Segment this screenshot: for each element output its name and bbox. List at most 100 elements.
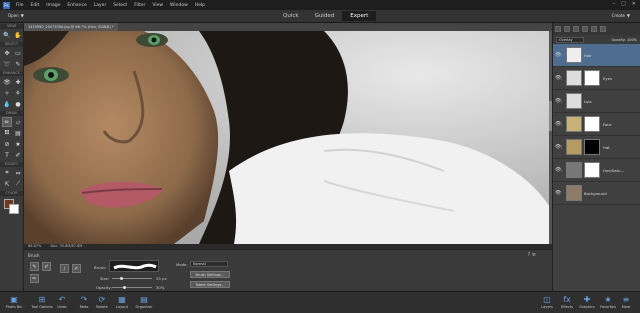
pencil-tool-icon[interactable]: ✐	[13, 150, 23, 160]
blend-mode-select[interactable]: Overlay	[556, 36, 584, 43]
color-swatches[interactable]	[2, 198, 21, 216]
open-button[interactable]: Open ▼	[6, 13, 24, 19]
impressionist-brush-icon[interactable]: ✐	[42, 262, 51, 271]
move-tool-icon[interactable]: ✥	[2, 48, 12, 58]
minimize-icon[interactable]: –	[613, 1, 616, 7]
create-button[interactable]: Create ▼	[610, 13, 630, 19]
adjustment-layer-icon[interactable]	[573, 26, 579, 32]
menu-enhance[interactable]: Enhance	[67, 3, 86, 8]
menu-edit[interactable]: Edit	[31, 3, 40, 8]
hand-tool-icon[interactable]: ✋	[13, 30, 23, 40]
chevron-down-icon: ▼	[626, 13, 630, 18]
photo-bin-icon: ▣	[10, 295, 18, 304]
quick-selection-tool-icon[interactable]: ✎	[13, 59, 23, 69]
more-icon: ≡	[622, 295, 630, 304]
menu-file[interactable]: File	[16, 3, 24, 8]
zoom-tool-icon[interactable]: 🔍	[2, 30, 12, 40]
custom-shape-tool-icon[interactable]: ★	[13, 139, 23, 149]
layer-mask-icon[interactable]	[582, 26, 588, 32]
menu-select[interactable]: Select	[113, 3, 127, 8]
menu-view[interactable]: View	[152, 3, 163, 8]
layer-thumbnail	[566, 116, 582, 132]
size-slider-knob[interactable]	[120, 277, 123, 280]
layer-mask-thumbnail[interactable]	[584, 139, 600, 155]
menu-window[interactable]: Window	[170, 3, 188, 8]
opacity-value: 30%	[156, 285, 165, 290]
lock-icon[interactable]	[591, 26, 597, 32]
content-aware-move-tool-icon[interactable]: ⇱	[2, 179, 12, 189]
color-picker-tool-icon[interactable]: ⊘	[2, 139, 12, 149]
adjustment-icon	[566, 162, 582, 178]
menu-bar: Ps File Edit Image Enhance Layer Select …	[0, 0, 640, 10]
paint-bucket-tool-icon[interactable]: ⛾	[2, 128, 12, 138]
color-replacement-brush-icon[interactable]: ✏	[30, 274, 39, 283]
layer-row-eyes[interactable]: 👁 ⁝ Eyes	[553, 67, 640, 90]
toolbox: VIEW 🔍 ✋ SELECT ✥ ▭ ➰ ✎ ENHANCE 👁 ✚ ✧ ⚘ …	[0, 23, 24, 291]
sponge-tool-icon[interactable]: ●	[13, 99, 23, 109]
help-icon[interactable]: ? ≡	[528, 252, 536, 258]
smart-brush-tool-icon[interactable]: ✧	[2, 88, 12, 98]
brush-preset-picker[interactable]	[109, 260, 159, 272]
organizer-icon: ▤	[140, 295, 148, 304]
layer-row-lips[interactable]: 👁 ⁝ Lips	[553, 90, 640, 113]
menu-image[interactable]: Image	[46, 3, 60, 8]
eye-tool-icon[interactable]: 👁	[2, 77, 12, 87]
trash-icon[interactable]	[600, 26, 606, 32]
chevron-down-icon: ▼	[20, 13, 24, 18]
menu-filter[interactable]: Filter	[134, 3, 145, 8]
tab-expert[interactable]: Expert	[342, 11, 377, 21]
opacity-slider[interactable]	[112, 287, 152, 288]
layer-mask-thumbnail[interactable]	[584, 162, 600, 178]
more-label: More	[621, 305, 631, 309]
type-tool-icon[interactable]: T	[2, 150, 12, 160]
toolbox-section-enhance: ENHANCE	[0, 71, 23, 76]
marquee-tool-icon[interactable]: ▭	[13, 48, 23, 58]
visibility-eye-icon[interactable]: 👁	[555, 190, 561, 196]
blur-tool-icon[interactable]: 💧	[2, 99, 12, 109]
maximize-icon[interactable]: □	[621, 1, 626, 7]
eraser-tool-icon[interactable]: ▱	[13, 117, 23, 127]
airbrush-icon[interactable]: ∕	[60, 264, 69, 273]
layer-row-hat[interactable]: 👁 ⁝ Hat	[553, 136, 640, 159]
layer-row-hue-saturation[interactable]: 👁 ⁝ Hue/Satu...	[553, 159, 640, 182]
brush-stroke-preview	[113, 263, 157, 270]
crop-tool-icon[interactable]: ⌗	[2, 168, 12, 178]
gradient-tool-icon[interactable]: ▤	[13, 128, 23, 138]
zoom-level: 66.67%	[28, 244, 42, 248]
size-label: Size:	[100, 276, 110, 281]
layer-mask-thumbnail[interactable]	[584, 70, 600, 86]
more-button[interactable]: ≡ More	[612, 294, 640, 309]
brush-mode-icon[interactable]: ✎	[30, 262, 39, 271]
menu-layer[interactable]: Layer	[94, 3, 107, 8]
clone-stamp-tool-icon[interactable]: ⚘	[13, 88, 23, 98]
tablet-pressure-icon[interactable]: ✍	[72, 264, 81, 273]
size-slider[interactable]	[112, 278, 152, 279]
lasso-tool-icon[interactable]: ➰	[2, 59, 12, 69]
opacity-label: Opacity:	[611, 37, 626, 42]
new-layer-icon[interactable]	[555, 26, 561, 32]
opacity-slider-knob[interactable]	[122, 286, 126, 289]
recompose-tool-icon[interactable]: ⇔	[13, 168, 23, 178]
brush-settings-button[interactable]: Brush Settings...	[190, 271, 230, 278]
layer-row-face[interactable]: 👁 ⁝ Face	[553, 113, 640, 136]
layer-row-hair[interactable]: 👁 ⁝ Hair	[553, 44, 640, 67]
tablet-settings-button[interactable]: Tablet Settings...	[190, 281, 230, 288]
new-group-icon[interactable]	[564, 26, 570, 32]
layer-row-background[interactable]: 👁 Background	[553, 182, 640, 205]
tab-quick[interactable]: Quick	[275, 11, 307, 21]
straighten-tool-icon[interactable]: ⟋	[13, 179, 23, 189]
mode-select[interactable]: Normal	[190, 261, 228, 267]
photo-bin-button[interactable]: ▣ Photo Bin	[0, 294, 28, 309]
tab-guided[interactable]: Guided	[307, 11, 343, 21]
spot-healing-tool-icon[interactable]: ✚	[13, 77, 23, 87]
menu-help[interactable]: Help	[195, 3, 205, 8]
opacity-value: 100%	[626, 37, 637, 42]
image-canvas[interactable]	[24, 31, 549, 244]
organizer-button[interactable]: ▤ Organizer	[130, 294, 158, 309]
brush-tool-icon[interactable]: ✏	[2, 117, 12, 127]
opacity-control[interactable]: Opacity: 100%	[611, 38, 637, 42]
background-color-swatch[interactable]	[9, 204, 19, 214]
close-icon[interactable]: ✕	[632, 1, 636, 7]
layer-mask-thumbnail[interactable]	[584, 116, 600, 132]
document-tab[interactable]: 1419590_20071094.jpg @ 66.7% (Hair, RGB/…	[24, 23, 118, 31]
